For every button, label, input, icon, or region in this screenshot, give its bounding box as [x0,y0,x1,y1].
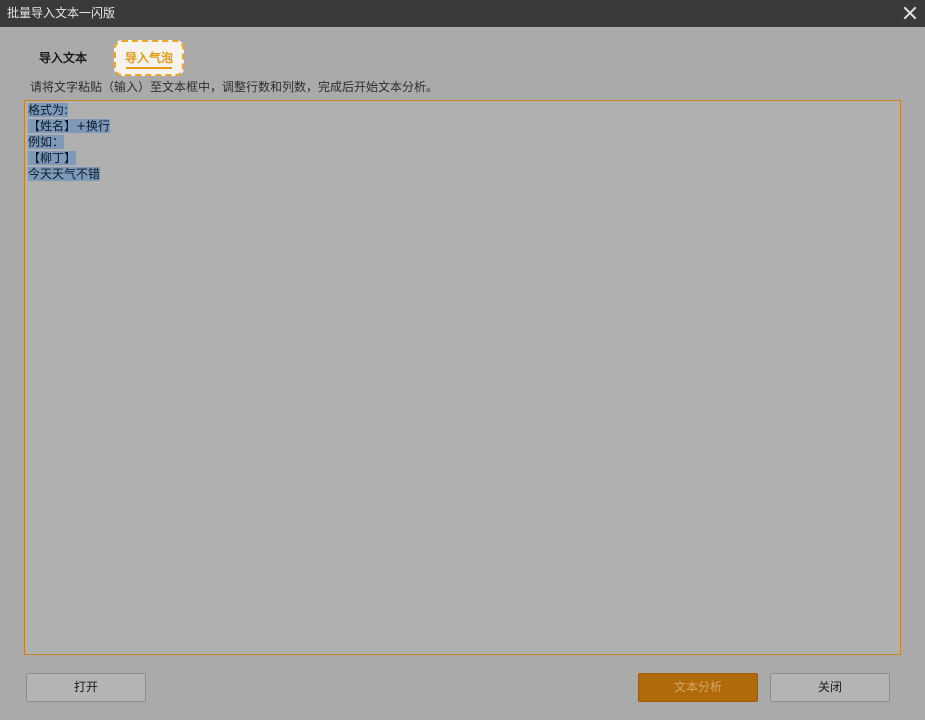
editor-line-text: 例如： [28,135,65,149]
tab-import-bubble[interactable]: 导入气泡 [114,40,184,76]
close-button[interactable]: 关闭 [770,673,890,702]
tab-bar: 导入文本 导入气泡 [26,40,326,80]
editor-line-text: 【姓名】+换行 [28,119,111,133]
editor-line: 今天天气不错 [28,166,897,182]
tab-import-text[interactable]: 导入文本 [26,40,100,76]
active-tab-underline [126,67,172,69]
editor-line: 【姓名】+换行 [28,118,897,134]
editor-line-text: 【柳丁】 [28,151,77,165]
import-text-area[interactable]: 格式为: 【姓名】+换行 例如： 【柳丁】 今天天气不错 [24,100,901,655]
instruction-text: 请将文字粘贴（输入）至文本框中，调整行数和列数，完成后开始文本分析。 [30,80,439,94]
text-analyze-button[interactable]: 文本分析 [638,673,758,702]
editor-line-text: 格式为: [28,103,69,117]
window-title: 批量导入文本一闪版 [7,6,116,20]
open-button[interactable]: 打开 [26,673,146,702]
dialog-body: 导入文本 导入气泡 请将文字粘贴（输入）至文本框中，调整行数和列数，完成后开始文… [1,27,924,719]
editor-line-text: 今天天气不错 [28,167,101,181]
close-icon[interactable] [902,5,918,21]
editor-line: 【柳丁】 [28,150,897,166]
tab-import-bubble-label: 导入气泡 [124,51,173,65]
batch-import-dialog: 批量导入文本一闪版 导入文本 导入气泡 请将文字粘贴（输入）至文本框中，调整行数… [0,0,925,720]
title-bar[interactable]: 批量导入文本一闪版 [0,0,925,27]
editor-line: 格式为: [28,102,897,118]
editor-line: 例如： [28,134,897,150]
